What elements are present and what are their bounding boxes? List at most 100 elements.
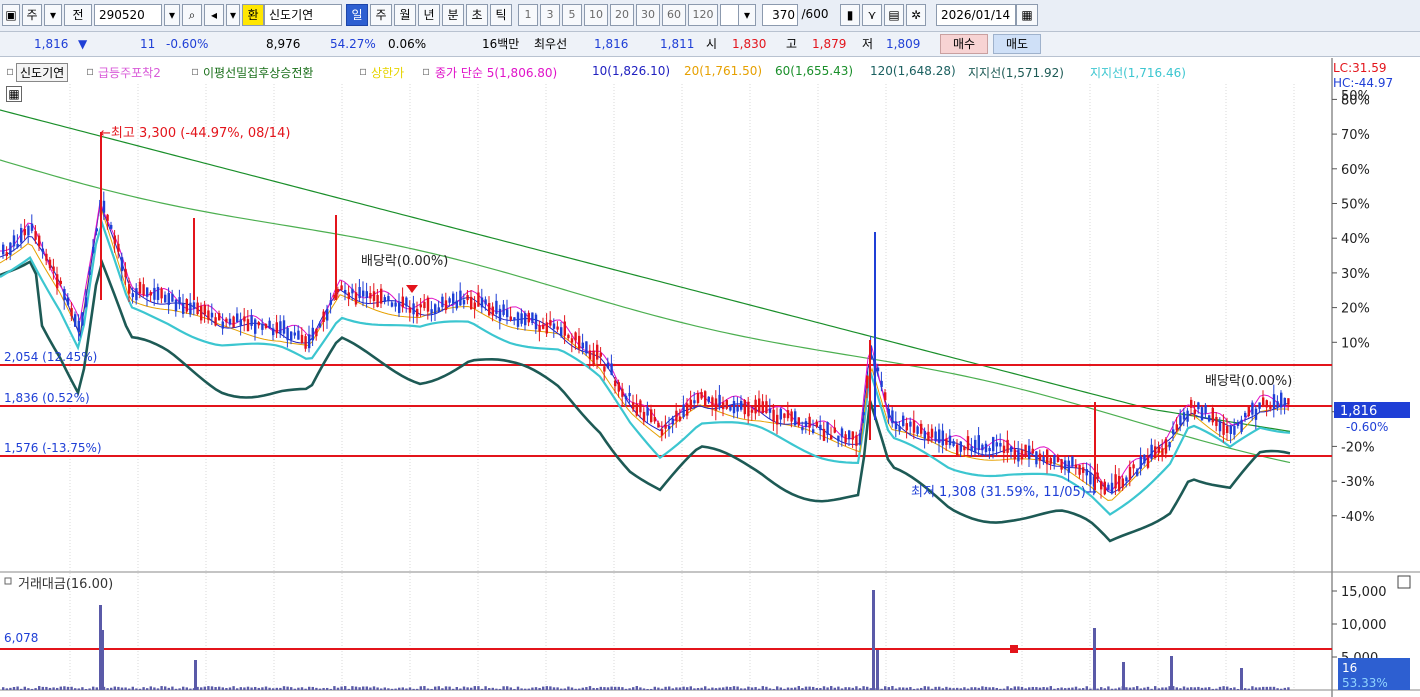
search-icon[interactable]: ⌕ — [182, 4, 202, 26]
candle-body — [646, 407, 649, 416]
period-tick[interactable]: 틱 — [490, 4, 512, 26]
mode-dropdown-icon[interactable]: ▾ — [44, 4, 62, 26]
volume-bar — [808, 686, 811, 690]
price-chart[interactable]: 80%70%60%50%40%30%20%10%-10%-20%-30%-40%… — [0, 58, 1420, 697]
interval-60[interactable]: 60 — [662, 4, 686, 26]
volume-bar — [286, 686, 289, 690]
speaker-dropdown-icon[interactable]: ▾ — [226, 4, 240, 26]
legend-ma5[interactable]: 종가 단순 5(1,806.80) — [435, 64, 557, 81]
code-dropdown-icon[interactable]: ▾ — [164, 4, 180, 26]
legend-indicator-1[interactable]: 급등주포착2 — [98, 64, 161, 81]
volume-bar — [41, 686, 44, 690]
legend-ma20[interactable]: 20(1,761.50) — [684, 64, 762, 78]
volume-bars — [2, 590, 1290, 690]
best-label: 최우선 — [534, 37, 568, 51]
mode-select[interactable]: 주 — [22, 4, 42, 26]
candle-body — [272, 328, 275, 336]
volume-bar — [858, 688, 862, 690]
candle-body — [117, 243, 120, 252]
volume-bar — [934, 686, 937, 690]
candle-body — [988, 447, 991, 452]
volume-bar — [704, 686, 707, 690]
buy-button[interactable]: 매수 — [940, 34, 988, 54]
count-input[interactable]: 370 — [762, 4, 798, 26]
table-icon[interactable]: ▦ — [6, 86, 22, 102]
legend-indicator-3[interactable]: 상한가 — [371, 64, 404, 81]
volume-bar — [254, 686, 257, 690]
candle-body — [329, 300, 332, 305]
candle-body — [696, 393, 700, 404]
legend-ma60[interactable]: 60(1,655.43) — [775, 64, 853, 78]
volume-bar — [185, 687, 188, 690]
period-month[interactable]: 월 — [394, 4, 416, 26]
legend-support-2[interactable]: 지지선(1,716.46) — [1090, 64, 1186, 81]
volume-bar — [304, 688, 307, 690]
interval-20[interactable]: 20 — [610, 4, 634, 26]
candle-body — [1125, 477, 1128, 482]
code-input[interactable]: 290520 — [94, 4, 162, 26]
volume-bar — [59, 686, 62, 690]
interval-10[interactable]: 10 — [584, 4, 608, 26]
crosshair-icon[interactable]: ⋎ — [862, 4, 882, 26]
legend-ma120[interactable]: 120(1,648.28) — [870, 64, 956, 78]
interval-30[interactable]: 30 — [636, 4, 660, 26]
candle-body — [138, 281, 142, 294]
volume-bar — [959, 688, 962, 690]
volume-bar — [506, 686, 509, 690]
volume-bar — [678, 687, 682, 690]
volume-bar — [628, 688, 631, 690]
legend-support-1[interactable]: 지지선(1,571.92) — [968, 64, 1064, 81]
period-day[interactable]: 일 — [346, 4, 368, 26]
candle-body — [524, 313, 527, 326]
period-year[interactable]: 년 — [418, 4, 440, 26]
volume-bar — [1254, 687, 1258, 690]
prev-label[interactable]: 전 — [64, 4, 92, 26]
volume-bar — [657, 687, 660, 690]
interval-1[interactable]: 1 — [518, 4, 538, 26]
stock-name-field[interactable]: 신도기연 — [264, 4, 342, 26]
candle-body — [81, 312, 84, 326]
candle-body — [513, 317, 516, 321]
period-minute[interactable]: 분 — [442, 4, 464, 26]
dividend-marker-icon — [406, 285, 418, 293]
candle-body — [63, 288, 66, 301]
candle-body — [484, 299, 487, 305]
candle-body — [9, 242, 12, 256]
volume-bar — [1056, 688, 1060, 690]
volume-spike — [1240, 668, 1243, 690]
calendar-icon[interactable]: ▦ — [1016, 4, 1038, 26]
candle-body — [660, 429, 664, 436]
legend-stock-name[interactable]: 신도기연 — [16, 63, 69, 82]
save-icon[interactable]: ▤ — [884, 4, 904, 26]
interval-120[interactable]: 120 — [688, 4, 718, 26]
volume-bar — [376, 687, 379, 690]
volume-bar — [120, 687, 124, 690]
candle-body — [1280, 392, 1283, 408]
sell-button[interactable]: 매도 — [993, 34, 1041, 54]
candle-body — [74, 314, 77, 327]
candle-body — [495, 300, 498, 314]
volume-bar — [776, 686, 779, 690]
price-change-pct: -0.60% — [166, 37, 209, 51]
speaker-icon[interactable]: ◂ — [204, 4, 224, 26]
volume-bar — [664, 686, 667, 690]
volume-bar — [52, 687, 55, 690]
interval-dropdown-icon[interactable]: ▾ — [738, 4, 756, 26]
candle-icon[interactable]: ▮ — [840, 4, 860, 26]
candle-body — [574, 332, 577, 341]
interval-3[interactable]: 3 — [540, 4, 560, 26]
volume-bar — [1204, 687, 1207, 690]
interval-5[interactable]: 5 — [562, 4, 582, 26]
period-week[interactable]: 주 — [370, 4, 392, 26]
layout-icon[interactable]: ▣ — [2, 4, 20, 26]
trade-amount: 16백만 — [482, 37, 520, 51]
legend-bullet-icon: ▫ — [422, 64, 431, 78]
period-second[interactable]: 초 — [466, 4, 488, 26]
volume-bar — [632, 687, 635, 690]
exchange-button[interactable]: 환 — [242, 4, 264, 26]
legend-indicator-2[interactable]: 이평선밀집후상승전환 — [203, 64, 313, 81]
gear-icon[interactable]: ✲ — [906, 4, 926, 26]
date-input[interactable]: 2026/01/14 — [936, 4, 1016, 26]
legend-ma10[interactable]: 10(1,826.10) — [592, 64, 670, 78]
volume-bar — [470, 687, 473, 690]
